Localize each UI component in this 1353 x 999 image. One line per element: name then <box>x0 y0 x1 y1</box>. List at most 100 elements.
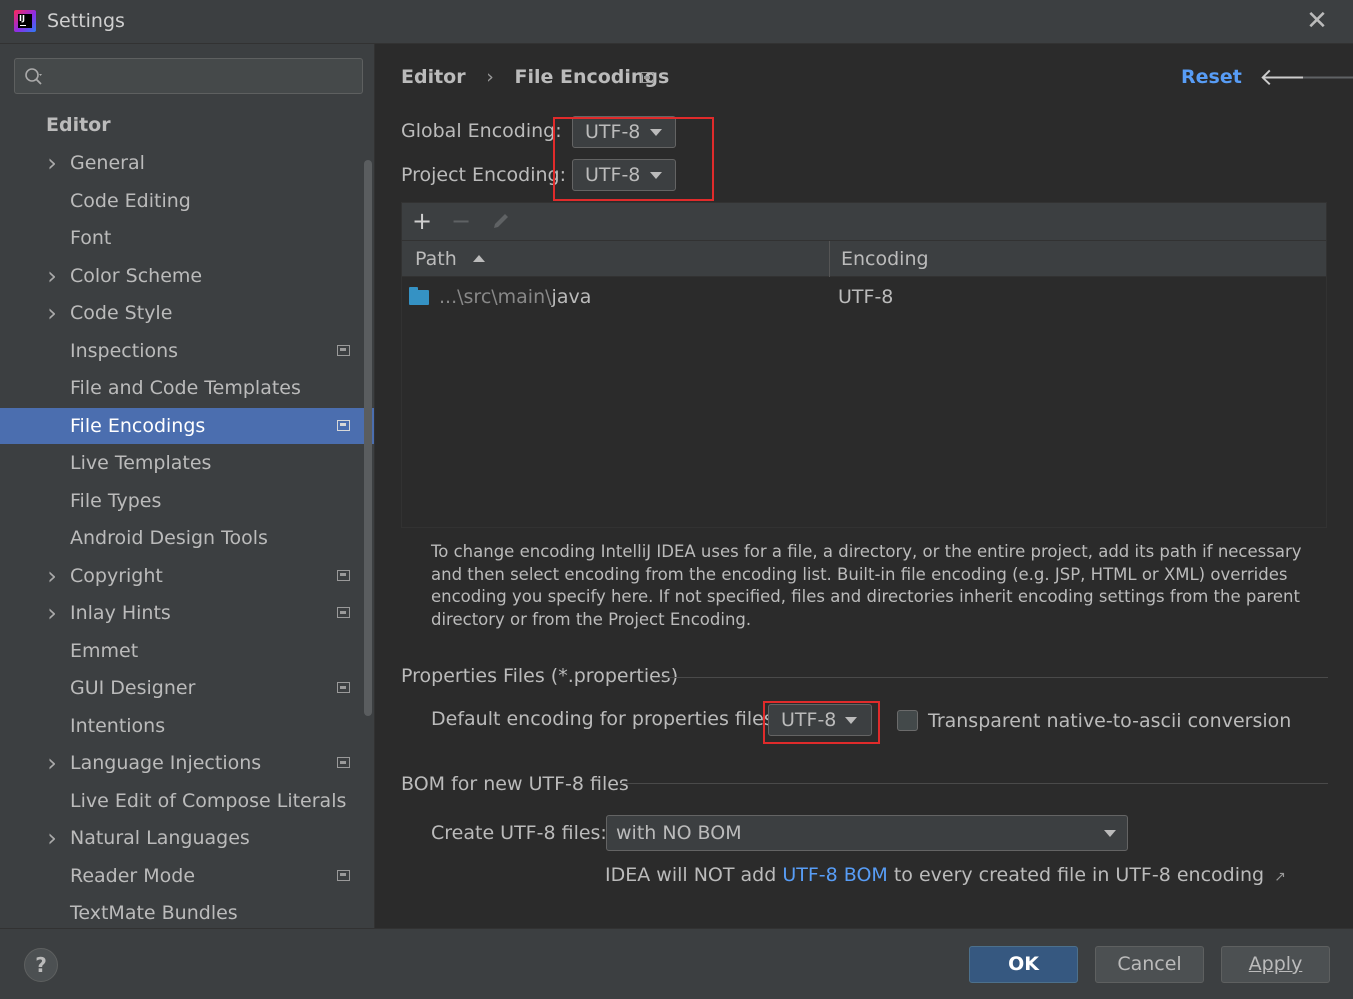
chevron-right-icon[interactable]: › <box>44 558 60 594</box>
add-icon[interactable]: + <box>408 207 436 235</box>
arrow-right-icon[interactable]: 🡒 <box>1300 62 1353 91</box>
global-encoding-label: Global Encoding: <box>401 120 562 142</box>
breadcrumb-editor[interactable]: Editor <box>401 66 466 88</box>
column-header-path-label: Path <box>415 248 457 270</box>
sidebar-item-label: General <box>70 152 145 174</box>
sidebar-item-file-and-code-templates[interactable]: File and Code Templates <box>0 370 374 406</box>
folder-icon <box>409 287 429 305</box>
create-utf8-value: with NO BOM <box>616 822 742 844</box>
sidebar-item-label: Inspections <box>70 339 179 362</box>
sidebar-item-live-edit-of-compose-literals[interactable]: Live Edit of Compose Literals <box>0 783 374 819</box>
sidebar-item-language-injections[interactable]: › Language Injections <box>0 745 374 781</box>
sidebar-item-label: Android Design Tools <box>70 527 268 549</box>
bom-note-suffix: to every created file in UTF-8 encoding <box>887 864 1265 886</box>
sidebar-item-font[interactable]: Font <box>0 220 374 256</box>
sidebar-item-label: GUI Designer <box>70 677 196 699</box>
sidebar-scrollbar[interactable] <box>364 160 372 716</box>
section-divider <box>660 677 1328 678</box>
chevron-right-icon[interactable]: › <box>44 145 60 181</box>
reset-link[interactable]: Reset <box>1181 66 1242 88</box>
section-divider <box>620 783 1328 784</box>
sidebar-item-intentions[interactable]: Intentions <box>0 708 374 744</box>
sidebar-item-android-design-tools[interactable]: Android Design Tools <box>0 520 374 556</box>
sidebar-item-label: Code Editing <box>70 189 191 212</box>
sidebar-item-label: Inlay Hints <box>70 602 171 624</box>
sidebar-group-editor[interactable]: Editor <box>46 114 111 136</box>
sort-ascending-icon <box>472 255 485 262</box>
sidebar-item-label: File and Code Templates <box>70 377 301 399</box>
sidebar-item-natural-languages[interactable]: › Natural Languages <box>0 820 374 856</box>
project-scope-icon <box>337 682 350 693</box>
close-icon[interactable]: ✕ <box>1302 6 1332 36</box>
cancel-button[interactable]: Cancel <box>1095 946 1204 983</box>
bom-note: IDEA will NOT add UTF-8 BOM to every cre… <box>605 864 1286 886</box>
sidebar-item-reader-mode[interactable]: Reader Mode <box>0 858 374 894</box>
transparent-conversion-checkbox[interactable] <box>897 710 918 731</box>
remove-icon[interactable]: − <box>447 207 475 235</box>
sidebar-item-label: Color Scheme <box>70 264 203 287</box>
sidebar-item-live-templates[interactable]: Live Templates <box>0 445 374 481</box>
column-header-path[interactable]: Path <box>415 241 485 277</box>
apply-button[interactable]: Apply <box>1221 946 1330 983</box>
sidebar-item-copyright[interactable]: › Copyright <box>0 558 374 594</box>
sidebar-item-file-encodings[interactable]: File Encodings <box>0 407 374 444</box>
sidebar-item-label: Copyright <box>70 564 163 587</box>
edit-icon[interactable] <box>487 207 515 235</box>
sidebar-item-label: Code Style <box>70 302 173 324</box>
sidebar-item-gui-designer[interactable]: GUI Designer <box>0 670 374 706</box>
sidebar-item-emmet[interactable]: Emmet <box>0 633 374 669</box>
highlight-box <box>553 117 714 201</box>
sidebar-item-label: Language Injections <box>70 752 262 774</box>
path-encoding-table: + − Path Encoding ...\src\main\java UTF-… <box>401 202 1327 528</box>
sidebar-item-inlay-hints[interactable]: › Inlay Hints <box>0 595 374 631</box>
window-title: Settings <box>47 10 125 32</box>
sidebar-item-general[interactable]: › General <box>0 145 374 181</box>
chevron-right-icon[interactable]: › <box>44 745 60 781</box>
breadcrumb-separator: › <box>486 66 494 88</box>
create-utf8-select[interactable]: with NO BOM <box>606 815 1128 851</box>
bom-note-prefix: IDEA will NOT add <box>605 864 783 886</box>
sidebar-item-color-scheme[interactable]: › Color Scheme <box>0 258 374 294</box>
help-button[interactable]: ? <box>24 948 58 982</box>
bom-section-title: BOM for new UTF-8 files <box>401 773 629 795</box>
external-link-icon[interactable]: ↗ <box>1274 869 1286 885</box>
sidebar-item-inspections[interactable]: Inspections <box>0 333 374 369</box>
sidebar-item-label: Font <box>70 227 112 249</box>
sidebar-item-label: Live Templates <box>70 452 212 474</box>
chevron-right-icon[interactable]: › <box>44 295 60 331</box>
project-encoding-label: Project Encoding: <box>401 164 567 186</box>
chevron-right-icon[interactable]: › <box>44 820 60 856</box>
table-toolbar: + − <box>402 203 1326 241</box>
chevron-right-icon[interactable]: › <box>44 258 60 294</box>
row-encoding[interactable]: UTF-8 <box>838 286 893 308</box>
sidebar-item-code-editing[interactable]: Code Editing <box>0 183 374 219</box>
ok-button[interactable]: OK <box>969 946 1078 983</box>
sidebar-item-code-style[interactable]: › Code Style <box>0 295 374 331</box>
create-utf8-label: Create UTF-8 files: <box>431 822 607 844</box>
dialog-footer: ? OK Cancel Apply <box>0 928 1353 999</box>
title-bar: IJ Settings ✕ <box>0 0 1353 44</box>
table-header: Path Encoding <box>402 241 1326 277</box>
table-row[interactable]: ...\src\main\java UTF-8 <box>402 279 1326 315</box>
utf8-bom-link[interactable]: UTF-8 BOM <box>782 864 887 886</box>
sidebar-item-label: Natural Languages <box>70 827 250 849</box>
row-path-prefix: ...\src\main\ <box>439 286 552 308</box>
intellij-logo-icon: IJ <box>14 10 36 32</box>
highlight-box <box>763 701 880 744</box>
project-scope-icon <box>337 344 350 356</box>
project-scope-icon <box>337 569 350 581</box>
transparent-conversion-label[interactable]: Transparent native-to-ascii conversion <box>928 710 1291 732</box>
sidebar-item-label: Intentions <box>70 714 166 737</box>
search-input[interactable] <box>14 58 363 94</box>
project-scope-icon <box>337 419 350 431</box>
column-divider[interactable] <box>829 241 830 277</box>
project-scope-icon <box>337 869 350 881</box>
sidebar-item-textmate-bundles[interactable]: TextMate Bundles <box>0 895 374 931</box>
properties-section-title: Properties Files (*.properties) <box>401 665 679 687</box>
project-scope-icon <box>337 607 350 618</box>
column-header-encoding[interactable]: Encoding <box>841 241 929 277</box>
sidebar-item-file-types[interactable]: File Types <box>0 483 374 519</box>
chevron-right-icon[interactable]: › <box>44 595 60 631</box>
row-path: ...\src\main\java <box>439 286 591 308</box>
chevron-down-icon <box>1104 830 1116 837</box>
